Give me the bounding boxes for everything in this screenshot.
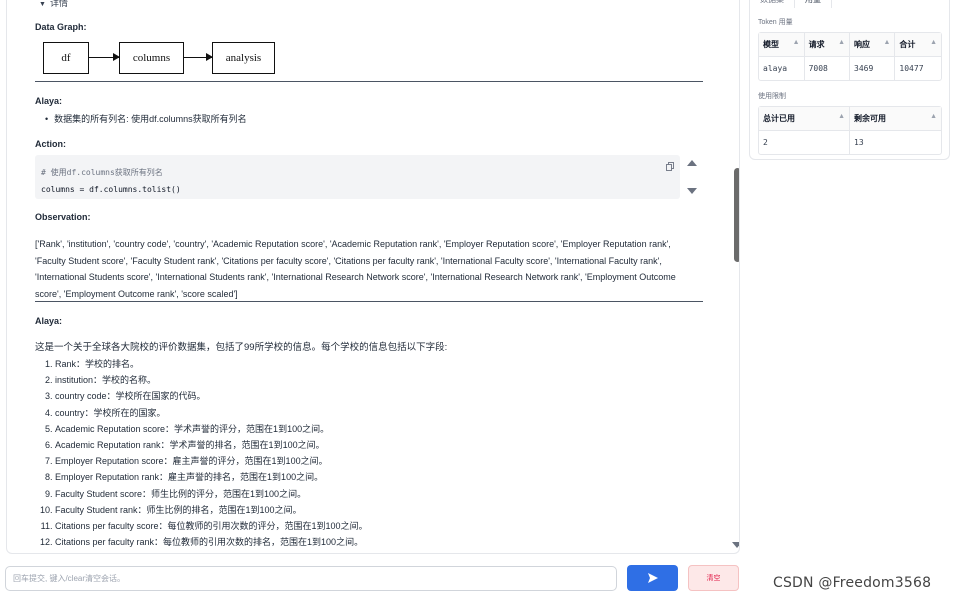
data-graph-label: Data Graph: <box>35 22 87 32</box>
tab-dataset[interactable]: 数据集 <box>750 0 794 8</box>
table-cell: 13 <box>854 138 864 147</box>
chat-panel: ▼ 详情 Data Graph: df columns analysis Alay… <box>6 0 740 554</box>
graph-arrow <box>184 53 213 61</box>
graph-arrow <box>89 53 120 61</box>
graph-node-analysis: analysis <box>212 42 275 74</box>
table-row: 2 13 <box>759 131 941 154</box>
token-table: 模型 ▲ 请求 ▲ 响应 ▲ 合计 ▲ alaya 7008 3469 10477 <box>758 32 942 81</box>
alaya-label: Alaya: <box>35 96 63 106</box>
send-button[interactable] <box>627 565 678 591</box>
limit-table: 总计已用 ▲ 剩余可用 ▲ 2 13 <box>758 106 942 155</box>
send-icon <box>647 573 658 583</box>
column-header[interactable]: 剩余可用 ▲ <box>850 107 941 131</box>
code-block: # 使用df.columns获取所有列名 columns = df.column… <box>35 155 680 199</box>
code-comment: # 使用df.columns获取所有列名 <box>41 168 163 177</box>
summary-intro: 这是一个关于全球各大院校的评价数据集，包括了99所学校的信息。每个学校的信息包括… <box>35 342 448 353</box>
clear-button[interactable]: 清空 <box>688 565 739 591</box>
usage-limit-label: 使用限制 <box>758 93 786 100</box>
column-header[interactable]: 合计 ▲ <box>895 33 941 57</box>
column-header[interactable]: 总计已用 ▲ <box>759 107 850 131</box>
code-line: columns = df.columns.tolist() <box>41 185 181 194</box>
list-item: Faculty Student rank：师生比例的排名，范围在1到100之间。 <box>55 502 703 518</box>
list-item: Academic Reputation rank：学术声誉的排名，范围在1到10… <box>55 437 703 453</box>
sort-up-icon[interactable]: ▲ <box>838 39 845 46</box>
summary: 这是一个关于全球各大院校的评价数据集，包括了99所学校的信息。每个学校的信息包括… <box>35 340 703 550</box>
table-cell: 2 <box>759 131 850 154</box>
table-cell: 3469 <box>850 57 896 80</box>
observation-label: Observation: <box>35 212 91 222</box>
column-header[interactable]: 请求 ▲ <box>804 33 850 57</box>
scroll-up-icon[interactable] <box>687 160 697 166</box>
list-item: Employer Reputation rank：雇主声誉的排名，范围在1到10… <box>55 469 703 485</box>
list-item: 数据集的所有列名: 使用df.columns获取所有列名 <box>45 112 247 125</box>
column-header[interactable]: 响应 ▲ <box>850 33 896 57</box>
scrollbar-thumb[interactable] <box>734 168 739 262</box>
caret-down-icon: ▼ <box>39 1 46 8</box>
details-toggle[interactable]: ▼ 详情 <box>39 0 68 9</box>
table-cell: alaya <box>759 57 805 80</box>
copy-icon[interactable] <box>666 162 674 171</box>
list-item: Rank：学校的排名。 <box>55 356 703 372</box>
watermark: CSDN @Freedom3568 <box>773 575 932 591</box>
tab-usage[interactable]: 用量 <box>794 0 832 8</box>
list-item: Citations per faculty score：每位教师的引用次数的评分… <box>55 518 703 534</box>
list-item: country code：学校所在国家的代码。 <box>55 388 703 404</box>
table-cell: 10477 <box>899 64 924 73</box>
list-item: institution：学校的名称。 <box>55 372 703 388</box>
scroll-down-icon[interactable] <box>687 188 697 194</box>
graph-node-df: df <box>43 42 89 74</box>
table-row: alaya 7008 3469 10477 <box>759 57 941 80</box>
token-usage-label: Token 用量 <box>758 19 793 26</box>
action-label: Action: <box>35 139 66 149</box>
divider <box>35 81 703 82</box>
main-scrollbar[interactable] <box>729 0 739 553</box>
sort-up-icon[interactable]: ▲ <box>930 39 937 46</box>
details-label: 详情 <box>49 0 68 8</box>
code-scrollbar[interactable] <box>685 158 699 196</box>
list-item: country：学校所在的国家。 <box>55 405 703 421</box>
panel-tabs: 数据集 用量 <box>750 0 832 8</box>
field-list: Rank：学校的排名。 institution：学校的名称。 country c… <box>55 356 703 550</box>
table-cell: 7008 <box>805 57 850 80</box>
list-item: Faculty Student score：师生比例的评分，范围在1到100之间… <box>55 486 703 502</box>
column-header[interactable]: 模型 ▲ <box>759 33 805 57</box>
scroll-down-icon[interactable] <box>732 542 739 548</box>
list-item: Citations per faculty rank：每位教师的引用次数的排名，… <box>55 534 703 550</box>
list-item: Academic Reputation score：学术声誉的评分，范围在1到1… <box>55 421 703 437</box>
divider <box>35 301 703 302</box>
sort-up-icon[interactable]: ▲ <box>838 113 845 120</box>
sort-up-icon[interactable]: ▲ <box>793 39 800 46</box>
data-graph: df columns analysis <box>43 42 283 74</box>
observation-text: ['Rank', 'institution', 'country code', … <box>35 239 676 299</box>
alaya-label: Alaya: <box>35 316 63 326</box>
sort-up-icon[interactable]: ▲ <box>930 113 937 120</box>
sort-up-icon[interactable]: ▲ <box>883 39 890 46</box>
list-item: Employer Reputation score：雇主声誉的评分，范围在1到1… <box>55 453 703 469</box>
usage-panel: 数据集 用量 Token 用量 模型▲ 请求▲ 响应▲ 合计▲ alaya 70… <box>749 0 950 160</box>
graph-node-columns: columns <box>119 42 184 74</box>
chat-input[interactable] <box>5 566 617 591</box>
